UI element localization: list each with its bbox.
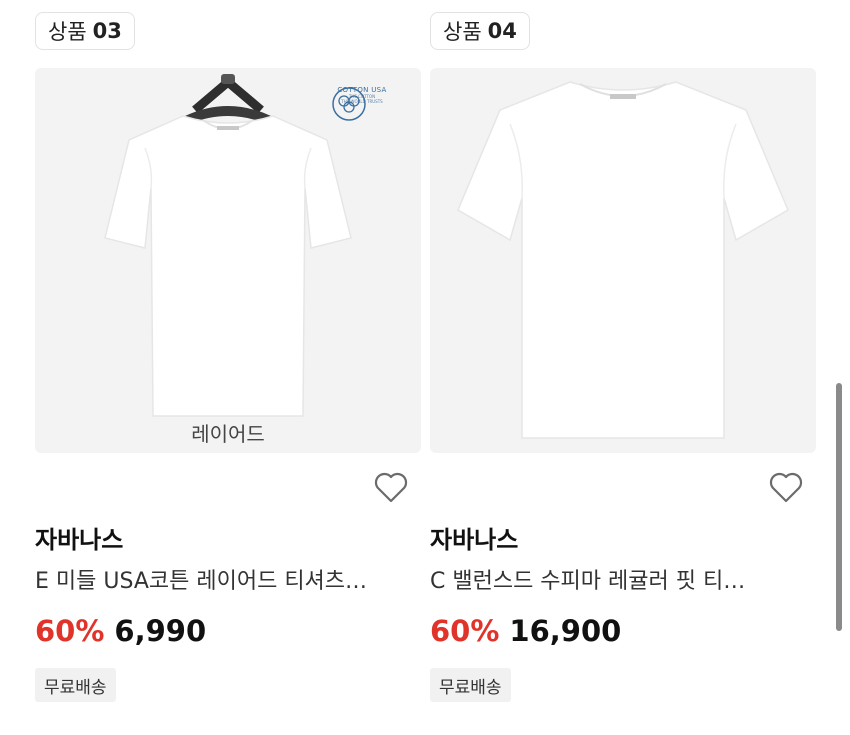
badge-label: 상품 (48, 20, 87, 44)
free-shipping-tag: 무료배송 (35, 668, 116, 702)
badge-number: 04 (487, 19, 517, 43)
free-shipping-tag: 무료배송 (430, 668, 511, 702)
price-row: 60% 16,900 (430, 614, 621, 648)
discount-rate: 60% (35, 614, 105, 648)
product-card[interactable]: 상품 03 COTTON USA THE COTTON THE WORLD TR… (35, 0, 421, 735)
product-card[interactable]: 상품 04 자바나스 C 밸런스드 수피마 레귤러 핏 티… 60% 16,90… (430, 0, 816, 735)
cotton-usa-logo: COTTON USA THE COTTON THE WORLD TRUSTS (331, 86, 393, 121)
product-number-badge: 상품 03 (35, 12, 135, 50)
cotton-boll-icon (332, 87, 366, 121)
product-title[interactable]: C 밸런스드 수피마 레귤러 핏 티… (430, 563, 816, 595)
brand-name[interactable]: 자바나스 (430, 520, 518, 555)
sale-price: 6,990 (114, 614, 207, 648)
vertical-scrollbar[interactable] (836, 383, 842, 631)
discount-rate: 60% (430, 614, 500, 648)
image-overlay-label: 레이어드 (191, 422, 265, 446)
product-grid-page: 상품 03 COTTON USA THE COTTON THE WORLD TR… (0, 0, 850, 735)
tshirt-image (457, 81, 789, 439)
heart-outline-icon[interactable] (768, 470, 804, 504)
product-number-badge: 상품 04 (430, 12, 530, 50)
tshirt-on-hanger-image (104, 74, 352, 417)
sale-price: 16,900 (509, 614, 622, 648)
price-row: 60% 6,990 (35, 614, 206, 648)
product-image[interactable] (430, 68, 816, 453)
product-image[interactable]: COTTON USA THE COTTON THE WORLD TRUSTS 레… (35, 68, 421, 453)
product-title[interactable]: E 미들 USA코튼 레이어드 티셔츠… (35, 563, 421, 595)
badge-label: 상품 (443, 20, 482, 44)
brand-name[interactable]: 자바나스 (35, 520, 123, 555)
heart-outline-icon[interactable] (373, 470, 409, 504)
badge-number: 03 (92, 19, 122, 43)
